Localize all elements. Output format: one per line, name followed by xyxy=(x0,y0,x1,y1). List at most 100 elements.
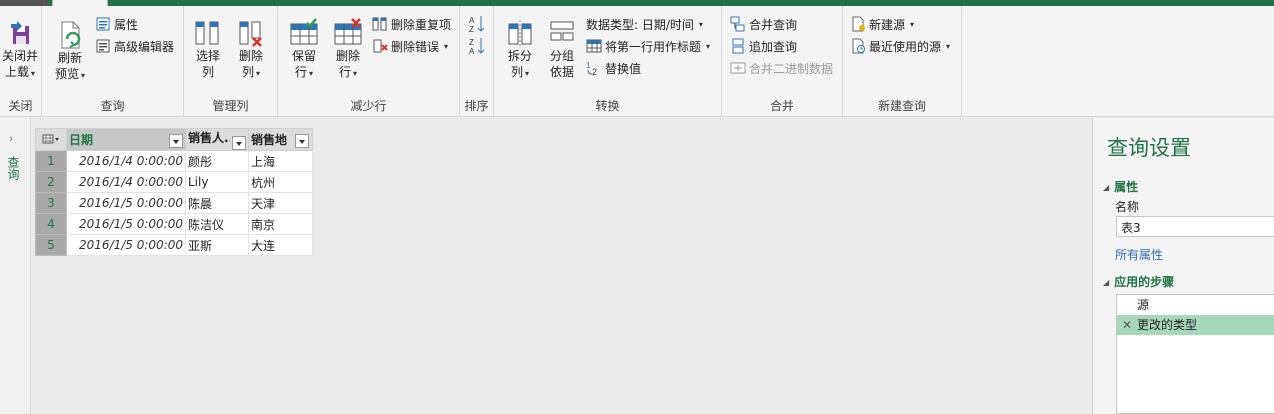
group-reduce-rows: 保留 行 ▾ 删除 行 ▾ 删除重复项 删除错误 ▾ 减少行 xyxy=(278,6,460,117)
cell-date[interactable]: 2016/1/5 0:00:00 xyxy=(66,213,186,235)
choose-columns-label-2: 列 xyxy=(201,65,214,79)
remove-columns-button[interactable]: 删除 列 ▾ xyxy=(232,18,270,82)
combine-binaries-icon xyxy=(730,62,746,74)
group-transform: 拆分 列 ▾ 分组 依据 数据类型: 日期/时间 ▾ 将第一行用作标题 ▾ 12 替换… xyxy=(494,6,722,117)
append-queries-button[interactable]: 追加查询 xyxy=(730,36,797,56)
step-changed-type-label: 更改的类型 xyxy=(1137,318,1198,332)
split-column-label-2: 列 xyxy=(510,65,523,79)
remove-rows-label-1: 删除 xyxy=(335,49,360,63)
group-sort: AZ ZA 排序 xyxy=(460,6,494,117)
table-row[interactable]: 2 2016/1/4 0:00:00 Lily 杭州 xyxy=(35,171,313,193)
row-number: 3 xyxy=(35,192,67,214)
new-source-button[interactable]: 新建源 ▾ xyxy=(850,14,914,34)
step-source-label: 源 xyxy=(1137,298,1150,312)
combine-binaries-button[interactable]: 合并二进制数据 xyxy=(730,58,833,78)
row-number: 4 xyxy=(35,213,67,235)
all-properties-link[interactable]: 所有属性 xyxy=(1115,246,1163,263)
split-column-button[interactable]: 拆分 列 ▾ xyxy=(500,18,540,82)
advanced-editor-label: 高级编辑器 xyxy=(114,39,175,54)
group-by-label-1: 分组 xyxy=(549,49,574,63)
cell-date[interactable]: 2016/1/5 0:00:00 xyxy=(66,234,186,256)
table-row[interactable]: 4 2016/1/5 0:00:00 陈洁仪 南京 xyxy=(35,213,313,235)
column-filter-location-button[interactable] xyxy=(295,133,309,148)
remove-errors-icon xyxy=(373,39,388,53)
recent-sources-icon xyxy=(852,38,865,54)
table-row[interactable]: 1 2016/1/4 0:00:00 颜彤 上海 xyxy=(35,150,313,172)
queries-nav-label[interactable]: 查询 xyxy=(5,156,20,180)
remove-columns-label-1: 删除 xyxy=(238,49,263,63)
cell-location[interactable]: 杭州 xyxy=(248,171,313,193)
column-filter-salesperson-button[interactable] xyxy=(232,135,246,150)
cell-location[interactable]: 南京 xyxy=(248,213,313,235)
remove-columns-icon xyxy=(239,21,262,47)
group-manage-columns-label: 管理列 xyxy=(212,99,249,113)
use-first-row-as-headers-button[interactable]: 将第一行用作标题 ▾ xyxy=(586,36,710,56)
column-header-location[interactable]: 销售地 xyxy=(248,128,313,151)
refresh-label-2: 预览 xyxy=(54,67,79,81)
cell-salesperson[interactable]: Lily xyxy=(185,171,249,193)
replace-values-button[interactable]: 12 替换值 xyxy=(586,58,641,78)
properties-section-header[interactable]: 属性 xyxy=(1103,178,1138,195)
cell-date[interactable]: 2016/1/4 0:00:00 xyxy=(66,171,186,193)
remove-columns-label-2: 列 xyxy=(241,65,254,79)
data-type-label: 数据类型: 日期/时间 xyxy=(586,17,694,32)
properties-icon xyxy=(96,17,110,31)
close-and-load-button[interactable]: 关闭并 上载 ▾ xyxy=(0,20,40,82)
recent-sources-label: 最近使用的源 xyxy=(869,39,942,54)
cell-location[interactable]: 上海 xyxy=(248,150,313,172)
data-type-dropdown[interactable]: 数据类型: 日期/时间 ▾ xyxy=(586,14,703,34)
refresh-icon xyxy=(61,21,81,49)
refresh-preview-button[interactable]: 刷新 预览 ▾ xyxy=(50,20,90,84)
keep-rows-label-1: 保留 xyxy=(291,49,316,63)
column-header-salesperson[interactable]: 销售人... xyxy=(185,128,249,151)
close-load-label-1: 关闭并 xyxy=(1,49,38,63)
group-close: 关闭并 上载 ▾ 关闭 xyxy=(0,6,42,117)
close-load-label-2: 上载 xyxy=(4,65,29,79)
cell-salesperson[interactable]: 颜彤 xyxy=(185,150,249,172)
cell-location[interactable]: 天津 xyxy=(248,192,313,214)
keep-rows-button[interactable]: 保留 行 ▾ xyxy=(284,18,324,82)
choose-columns-button[interactable]: 选择 列 xyxy=(190,18,226,80)
advanced-editor-button[interactable]: 高级编辑器 xyxy=(95,36,174,56)
remove-duplicates-button[interactable]: 删除重复项 xyxy=(372,14,451,34)
split-column-icon xyxy=(508,20,532,46)
table-menu-button[interactable] xyxy=(35,128,67,151)
group-by-button[interactable]: 分组 依据 xyxy=(544,18,580,80)
svg-text:A: A xyxy=(469,16,475,25)
group-combine-label: 合并 xyxy=(769,99,794,113)
group-combine: 合并查询 追加查询 合并二进制数据 合并 xyxy=(722,6,843,117)
group-query-label: 查询 xyxy=(100,99,125,113)
merge-queries-button[interactable]: 合并查询 xyxy=(730,14,797,34)
table-menu-icon xyxy=(42,134,59,143)
column-filter-date-button[interactable] xyxy=(169,133,183,148)
delete-step-icon[interactable]: ✕ xyxy=(1122,315,1132,335)
remove-rows-icon xyxy=(334,18,362,45)
step-source[interactable]: 源 xyxy=(1117,295,1274,315)
properties-button[interactable]: 属性 xyxy=(95,14,138,34)
step-changed-type[interactable]: ✕ 更改的类型 xyxy=(1117,315,1274,335)
column-header-date[interactable]: 日期 xyxy=(66,128,186,151)
cell-date[interactable]: 2016/1/5 0:00:00 xyxy=(66,192,186,214)
sort-descending-button[interactable]: ZA xyxy=(468,36,486,56)
svg-text:A: A xyxy=(469,47,475,56)
group-sort-label: 排序 xyxy=(464,99,489,113)
cell-salesperson[interactable]: 亚斯 xyxy=(185,234,249,256)
remove-errors-button[interactable]: 删除错误 ▾ xyxy=(372,36,448,56)
remove-duplicates-label: 删除重复项 xyxy=(391,17,452,32)
sort-descending-icon: ZA xyxy=(469,38,485,56)
sort-ascending-button[interactable]: AZ xyxy=(468,14,486,34)
query-settings-title: 查询设置 xyxy=(1107,136,1191,160)
group-query: 刷新 预览 ▾ 属性 高级编辑器 查询 xyxy=(42,6,184,117)
cell-location[interactable]: 大连 xyxy=(248,234,313,256)
cell-salesperson[interactable]: 陈洁仪 xyxy=(185,213,249,235)
cell-date[interactable]: 2016/1/4 0:00:00 xyxy=(66,150,186,172)
applied-steps-section-header[interactable]: 应用的步骤 xyxy=(1103,273,1174,290)
table-row[interactable]: 5 2016/1/5 0:00:00 亚斯 大连 xyxy=(35,234,313,256)
query-name-input[interactable]: 表3 xyxy=(1116,216,1274,237)
recent-sources-button[interactable]: 最近使用的源 ▾ xyxy=(850,36,950,56)
group-close-label: 关闭 xyxy=(8,99,33,113)
cell-salesperson[interactable]: 陈晨 xyxy=(185,192,249,214)
expand-queries-icon[interactable]: › xyxy=(9,132,13,145)
remove-rows-button[interactable]: 删除 行 ▾ xyxy=(328,18,368,82)
table-row[interactable]: 3 2016/1/5 0:00:00 陈晨 天津 xyxy=(35,192,313,214)
